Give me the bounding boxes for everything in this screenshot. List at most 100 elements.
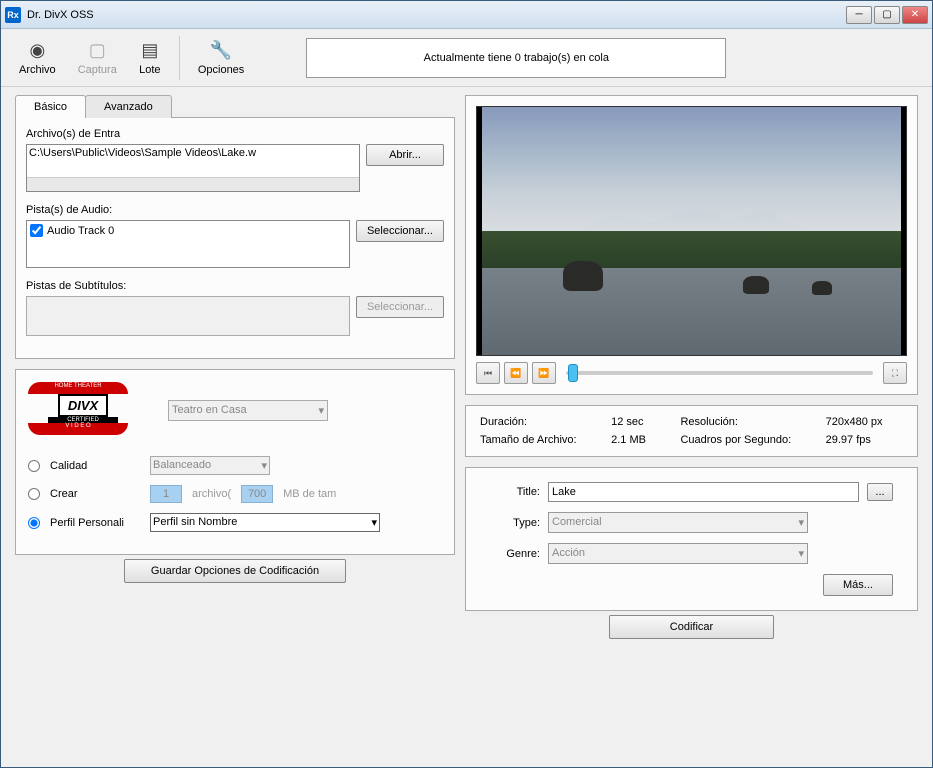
custom-profile-row: Perfil Personali Perfil sin Nombre ▾ xyxy=(28,513,442,532)
fullscreen-button[interactable]: ⛶ xyxy=(883,362,907,384)
preview-rock xyxy=(743,276,769,294)
input-files-list[interactable]: C:\Users\Public\Videos\Sample Videos\Lak… xyxy=(26,144,360,192)
title-label: Title: xyxy=(490,486,540,498)
genre-label: Genre: xyxy=(490,548,540,560)
main-area: Básico Avanzado Archivo(s) de Entra C:\U… xyxy=(1,87,932,641)
encode-button[interactable]: Codificar xyxy=(609,615,774,639)
type-select[interactable]: Comercial ▾ xyxy=(548,512,808,533)
genre-value: Acción xyxy=(552,547,585,560)
file-path: C:\Users\Public\Videos\Sample Videos\Lak… xyxy=(29,147,256,159)
logo-bottom: V I D E O xyxy=(28,423,128,435)
filesize-label: Tamaño de Archivo: xyxy=(480,434,597,446)
quality-select: Balanceado ▾ xyxy=(150,456,270,475)
tab-avanzado[interactable]: Avanzado xyxy=(85,95,172,118)
quality-label: Calidad xyxy=(50,460,140,472)
logo-top: HOME THEATER xyxy=(28,382,128,394)
metadata-panel: Title: ... Type: Comercial ▾ Genre: Acci… xyxy=(465,467,918,611)
custom-profile-value: Perfil sin Nombre xyxy=(153,516,237,529)
audio-track-checkbox[interactable] xyxy=(30,224,43,237)
next-frame-button[interactable]: ⏩ xyxy=(532,362,556,384)
type-value: Comercial xyxy=(552,516,602,529)
audio-tracks-list[interactable]: Audio Track 0 xyxy=(26,220,350,268)
create-label: Crear xyxy=(50,488,140,500)
subtitle-tracks-list xyxy=(26,296,350,336)
select-audio-button[interactable]: Seleccionar... xyxy=(356,220,444,242)
toolbar-archivo[interactable]: ◉ Archivo xyxy=(9,36,66,80)
preview-water xyxy=(482,268,901,355)
app-window: Rx Dr. DivX OSS ─ ▢ ✕ ◉ Archivo ▢ Captur… xyxy=(0,0,933,768)
preview-ground xyxy=(482,231,901,268)
window-title: Dr. DivX OSS xyxy=(27,9,846,21)
toolbar-captura: ▢ Captura xyxy=(68,36,127,80)
toolbar-lote[interactable]: ▤ Lote xyxy=(129,36,171,80)
custom-profile-radio[interactable] xyxy=(28,517,40,529)
tab-basico[interactable]: Básico xyxy=(15,95,86,118)
seek-slider[interactable] xyxy=(566,371,873,375)
chevron-down-icon: ▾ xyxy=(318,404,324,417)
preset-value: Teatro en Casa xyxy=(172,404,247,416)
chevron-down-icon: ▾ xyxy=(798,547,804,560)
toolbar: ◉ Archivo ▢ Captura ▤ Lote 🔧 Opciones Ac… xyxy=(1,29,932,87)
input-files-group: Archivo(s) de Entra C:\Users\Public\Vide… xyxy=(26,128,444,192)
subtitle-label: Pistas de Subtítulos: xyxy=(26,280,444,292)
quality-value: Balanceado xyxy=(153,459,211,472)
left-column: Básico Avanzado Archivo(s) de Entra C:\U… xyxy=(15,95,455,633)
audio-tracks-group: Pista(s) de Audio: Audio Track 0 Selecci… xyxy=(26,204,444,268)
genre-select[interactable]: Acción ▾ xyxy=(548,543,808,564)
create-radio[interactable] xyxy=(28,488,40,500)
audio-track-name: Audio Track 0 xyxy=(47,225,114,237)
fps-value: 29.97 fps xyxy=(826,434,903,446)
toolbar-opciones[interactable]: 🔧 Opciones xyxy=(188,36,254,80)
quality-row: Calidad Balanceado ▾ xyxy=(28,456,442,475)
tv-icon: ▢ xyxy=(86,40,108,62)
file-size-input: 700 xyxy=(241,485,273,503)
title-input[interactable] xyxy=(548,482,859,502)
save-encoding-options-button[interactable]: Guardar Opciones de Codificación xyxy=(124,559,346,583)
audio-track-item[interactable]: Audio Track 0 xyxy=(30,224,346,237)
right-column: ⏮ ⏪ ⏩ ⛶ Duración: 12 sec Resolución: 720… xyxy=(465,95,918,633)
duration-label: Duración: xyxy=(480,416,597,428)
minimize-button[interactable]: ─ xyxy=(846,6,872,24)
toolbar-label: Captura xyxy=(78,64,117,76)
preview-rock xyxy=(812,281,832,295)
resolution-label: Resolución: xyxy=(680,416,811,428)
maximize-button[interactable]: ▢ xyxy=(874,6,900,24)
playback-controls: ⏮ ⏪ ⏩ ⛶ xyxy=(476,362,907,384)
fps-label: Cuadros por Segundo: xyxy=(680,434,811,446)
toolbar-label: Lote xyxy=(139,64,160,76)
custom-profile-label: Perfil Personali xyxy=(50,517,140,529)
profile-panel: HOME THEATER DIVX CERTIFIED V I D E O Te… xyxy=(15,369,455,555)
batch-icon: ▤ xyxy=(139,40,161,62)
custom-profile-select[interactable]: Perfil sin Nombre ▾ xyxy=(150,513,380,532)
seek-thumb[interactable] xyxy=(568,364,578,382)
close-button[interactable]: ✕ xyxy=(902,6,928,24)
preset-select: Teatro en Casa ▾ xyxy=(168,400,328,421)
create-mid-text: archivo( xyxy=(192,488,231,500)
divx-logo: HOME THEATER DIVX CERTIFIED V I D E O xyxy=(28,382,138,438)
queue-status: Actualmente tiene 0 trabajo(s) en cola xyxy=(306,38,726,78)
audio-label: Pista(s) de Audio: xyxy=(26,204,444,216)
quality-radio[interactable] xyxy=(28,460,40,472)
select-subtitle-button: Seleccionar... xyxy=(356,296,444,318)
more-metadata-button[interactable]: Más... xyxy=(823,574,893,596)
open-button[interactable]: Abrir... xyxy=(366,144,444,166)
prev-frame-button[interactable]: ⏪ xyxy=(504,362,528,384)
preview-panel: ⏮ ⏪ ⏩ ⛶ xyxy=(465,95,918,395)
film-reel-icon: ◉ xyxy=(26,40,48,62)
titlebar: Rx Dr. DivX OSS ─ ▢ ✕ xyxy=(1,1,932,29)
wrench-icon: 🔧 xyxy=(210,40,232,62)
title-browse-button[interactable]: ... xyxy=(867,483,893,501)
chevron-down-icon: ▾ xyxy=(371,516,377,529)
toolbar-label: Opciones xyxy=(198,64,244,76)
scrollbar[interactable] xyxy=(27,177,359,191)
resolution-value: 720x480 px xyxy=(826,416,903,428)
toolbar-label: Archivo xyxy=(19,64,56,76)
video-preview xyxy=(476,106,907,356)
type-label: Type: xyxy=(490,517,540,529)
filesize-value: 2.1 MB xyxy=(611,434,666,446)
preview-rock xyxy=(563,261,603,291)
basic-panel: Archivo(s) de Entra C:\Users\Public\Vide… xyxy=(15,117,455,359)
skip-start-button[interactable]: ⏮ xyxy=(476,362,500,384)
create-suffix-text: MB de tam xyxy=(283,488,336,500)
tab-bar: Básico Avanzado xyxy=(15,95,455,118)
